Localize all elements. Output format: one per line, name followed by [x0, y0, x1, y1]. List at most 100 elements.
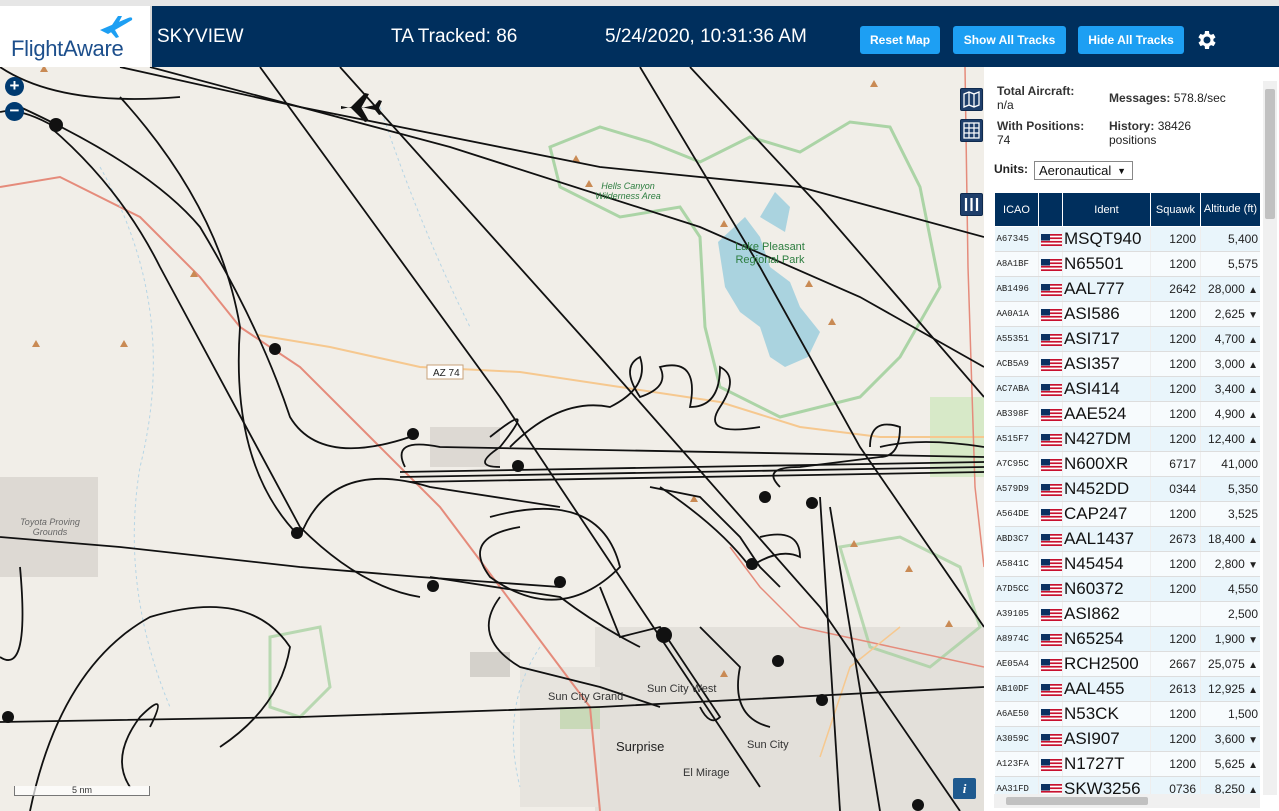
icao-cell: ACB5A9 — [994, 351, 1039, 377]
zoom-in-button[interactable]: + — [5, 77, 24, 96]
flag-cell — [1038, 401, 1063, 427]
map-layers-button[interactable] — [960, 88, 983, 111]
table-row[interactable]: ABD3C7 AAL1437 2673 18,400 ▲ — [994, 526, 1260, 552]
table-row[interactable]: AA0A1A ASI586 1200 2,625 ▼ — [994, 301, 1260, 327]
altitude-value: 3,400 — [1214, 382, 1245, 396]
ident-cell: ASI414 — [1062, 376, 1151, 402]
table-row[interactable]: AB398F AAE524 1200 4,900 ▲ — [994, 401, 1260, 427]
total-aircraft-stat: Total Aircraft: n/a — [997, 84, 1074, 112]
table-row[interactable]: A515F7 N427DM 1200 12,400 ▲ — [994, 426, 1260, 452]
vertical-scrollbar[interactable] — [1263, 81, 1277, 795]
label-el-mirage: El Mirage — [683, 767, 730, 779]
table-row[interactable]: A8974C N65254 1200 1,900 ▼ — [994, 626, 1260, 652]
table-row[interactable]: A67345 MSQT940 1200 5,400 — [994, 226, 1260, 252]
show-all-tracks-button[interactable]: Show All Tracks — [953, 26, 1066, 54]
squawk-cell: 0344 — [1150, 476, 1201, 502]
horizontal-scrollbar[interactable] — [994, 794, 1260, 808]
flag-cell — [1038, 701, 1063, 727]
columns-toggle-button[interactable] — [960, 193, 983, 216]
table-row[interactable]: A3059C ASI907 1200 3,600 ▼ — [994, 726, 1260, 752]
horizontal-scroll-thumb[interactable] — [1006, 797, 1148, 805]
column-header-altitude[interactable]: Altitude (ft) — [1200, 192, 1260, 227]
us-flag-icon — [1041, 383, 1062, 396]
info-button[interactable]: i — [953, 778, 976, 799]
altitude-cell: 18,400 ▲ — [1200, 526, 1260, 552]
altitude-value: 5,575 — [1227, 257, 1258, 271]
aircraft-table-container[interactable]: ICAO Ident Squawk Altitude (ft) A67345 MS… — [994, 192, 1260, 797]
squawk-cell: 1200 — [1150, 326, 1201, 352]
ident-cell: N452DD — [1062, 476, 1151, 502]
altitude-trend: ▼ — [1248, 310, 1258, 321]
flag-cell — [1038, 426, 1063, 452]
table-row[interactable]: A8A1BF N65501 1200 5,575 — [994, 251, 1260, 277]
ident-cell: AAE524 — [1062, 401, 1151, 427]
us-flag-icon — [1041, 583, 1062, 596]
table-row[interactable]: A7D5CC N60372 1200 4,550 — [994, 576, 1260, 602]
column-header-flag[interactable] — [1038, 192, 1063, 227]
icao-cell: A6AE50 — [994, 701, 1039, 727]
table-row[interactable]: AB10DF AAL455 2613 12,925 ▲ — [994, 676, 1260, 702]
column-header-squawk[interactable]: Squawk — [1150, 192, 1201, 227]
units-select[interactable]: Aeronautical ▼ — [1034, 161, 1133, 180]
table-row[interactable]: A123FA N1727T 1200 5,625 ▲ — [994, 751, 1260, 777]
us-flag-icon — [1041, 708, 1062, 721]
flightaware-logo[interactable]: FlightAware — [0, 6, 152, 67]
messages-value: 578.8/sec — [1173, 91, 1226, 105]
map-canvas: AZ 74 — [0, 67, 984, 811]
altitude-cell: 5,350 — [1200, 476, 1260, 502]
squawk-cell: 1200 — [1150, 726, 1201, 752]
table-row[interactable]: AB1496 AAL777 2642 28,000 ▲ — [994, 276, 1260, 302]
icao-cell: A39105 — [994, 601, 1039, 627]
table-row[interactable]: A5841C N45454 1200 2,800 ▼ — [994, 551, 1260, 577]
altitude-value: 3,000 — [1214, 357, 1245, 371]
table-row[interactable]: A7C95C N600XR 6717 41,000 — [994, 451, 1260, 477]
us-flag-icon — [1041, 458, 1062, 471]
ident-cell: ASI907 — [1062, 726, 1151, 752]
altitude-value: 2,500 — [1227, 607, 1258, 621]
squawk-cell: 1200 — [1150, 251, 1201, 277]
altitude-value: 2,625 — [1214, 307, 1245, 321]
zoom-out-button[interactable]: − — [5, 102, 24, 121]
with-positions-value: 74 — [997, 133, 1011, 147]
icao-cell: ABD3C7 — [994, 526, 1039, 552]
ident-cell: ASI586 — [1062, 301, 1151, 327]
table-row[interactable]: A39105 ASI862 2,500 — [994, 601, 1260, 627]
skyview-app: FlightAware SKYVIEW TA Tracked: 86 5/24/… — [0, 0, 1279, 811]
units-selected-value: Aeronautical — [1039, 163, 1112, 178]
icao-cell: AE05A4 — [994, 651, 1039, 677]
altitude-cell: 3,400 ▲ — [1200, 376, 1260, 402]
table-row[interactable]: A55351 ASI717 1200 4,700 ▲ — [994, 326, 1260, 352]
altitude-trend: ▼ — [1248, 635, 1258, 646]
table-row[interactable]: A564DE CAP247 1200 3,525 — [994, 501, 1260, 527]
flag-cell — [1038, 351, 1063, 377]
reset-map-button[interactable]: Reset Map — [860, 26, 940, 54]
us-flag-icon — [1041, 283, 1062, 296]
column-header-icao[interactable]: ICAO — [994, 192, 1039, 227]
grid-toggle-button[interactable] — [960, 119, 983, 142]
header-bar: FlightAware SKYVIEW TA Tracked: 86 5/24/… — [0, 0, 1279, 67]
icao-cell: A67345 — [994, 226, 1039, 252]
flag-cell — [1038, 751, 1063, 777]
map-view[interactable]: AZ 74 Hells Canyon Wilderness Area Lake … — [0, 67, 984, 811]
svg-text:AZ 74: AZ 74 — [433, 368, 460, 379]
total-aircraft-value: n/a — [997, 98, 1014, 112]
column-header-ident[interactable]: Ident — [1062, 192, 1151, 227]
table-row[interactable]: ACB5A9 ASI357 1200 3,000 ▲ — [994, 351, 1260, 377]
icao-cell: A8974C — [994, 626, 1039, 652]
table-row[interactable]: A6AE50 N53CK 1200 1,500 — [994, 701, 1260, 727]
table-row[interactable]: AE05A4 RCH2500 2667 25,075 ▲ — [994, 651, 1260, 677]
hide-all-tracks-button[interactable]: Hide All Tracks — [1078, 26, 1184, 54]
altitude-trend: ▲ — [1248, 385, 1258, 396]
altitude-cell: 25,075 ▲ — [1200, 651, 1260, 677]
altitude-cell: 2,500 — [1200, 601, 1260, 627]
squawk-cell: 1200 — [1150, 751, 1201, 777]
table-row[interactable]: AC7ABA ASI414 1200 3,400 ▲ — [994, 376, 1260, 402]
us-flag-icon — [1041, 558, 1062, 571]
table-row[interactable]: A579D9 N452DD 0344 5,350 — [994, 476, 1260, 502]
squawk-cell: 1200 — [1150, 701, 1201, 727]
gear-icon[interactable] — [1195, 28, 1219, 52]
squawk-cell: 2642 — [1150, 276, 1201, 302]
label-sun-city-west: Sun City West — [647, 683, 717, 695]
vertical-scroll-thumb[interactable] — [1265, 89, 1275, 219]
flag-cell — [1038, 726, 1063, 752]
